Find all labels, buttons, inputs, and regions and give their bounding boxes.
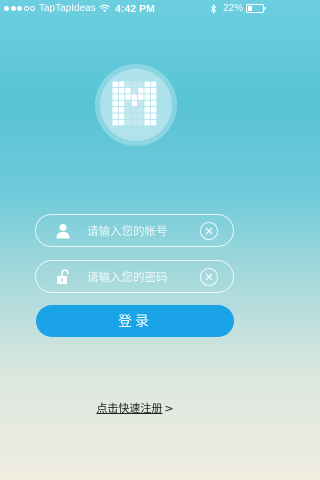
app-logo [95,64,177,146]
close-icon [205,227,213,235]
battery-icon [246,4,266,13]
password-clear-button[interactable] [200,268,218,286]
chevron-right-icon: > [164,402,174,415]
close-icon [205,273,213,281]
register-label: 点击快速注册 [96,402,163,415]
unlock-icon [57,269,69,284]
account-clear-button[interactable] [200,222,218,240]
bluetooth-icon [210,3,217,14]
status-bar: TapTapIdeas 4:42 PM 22% [0,0,270,18]
pixel-m-logo-icon [112,81,157,126]
account-field[interactable] [35,214,234,247]
login-button[interactable]: 登录 [36,305,234,337]
register-link[interactable]: 点击快速注册 > [0,400,270,416]
password-field[interactable] [35,260,234,293]
status-right: 22% [210,3,266,14]
user-icon [56,223,70,239]
battery-percent: 22% [222,3,243,14]
account-input[interactable] [87,219,197,242]
password-input[interactable] [87,265,197,288]
logo-inner [100,69,172,141]
